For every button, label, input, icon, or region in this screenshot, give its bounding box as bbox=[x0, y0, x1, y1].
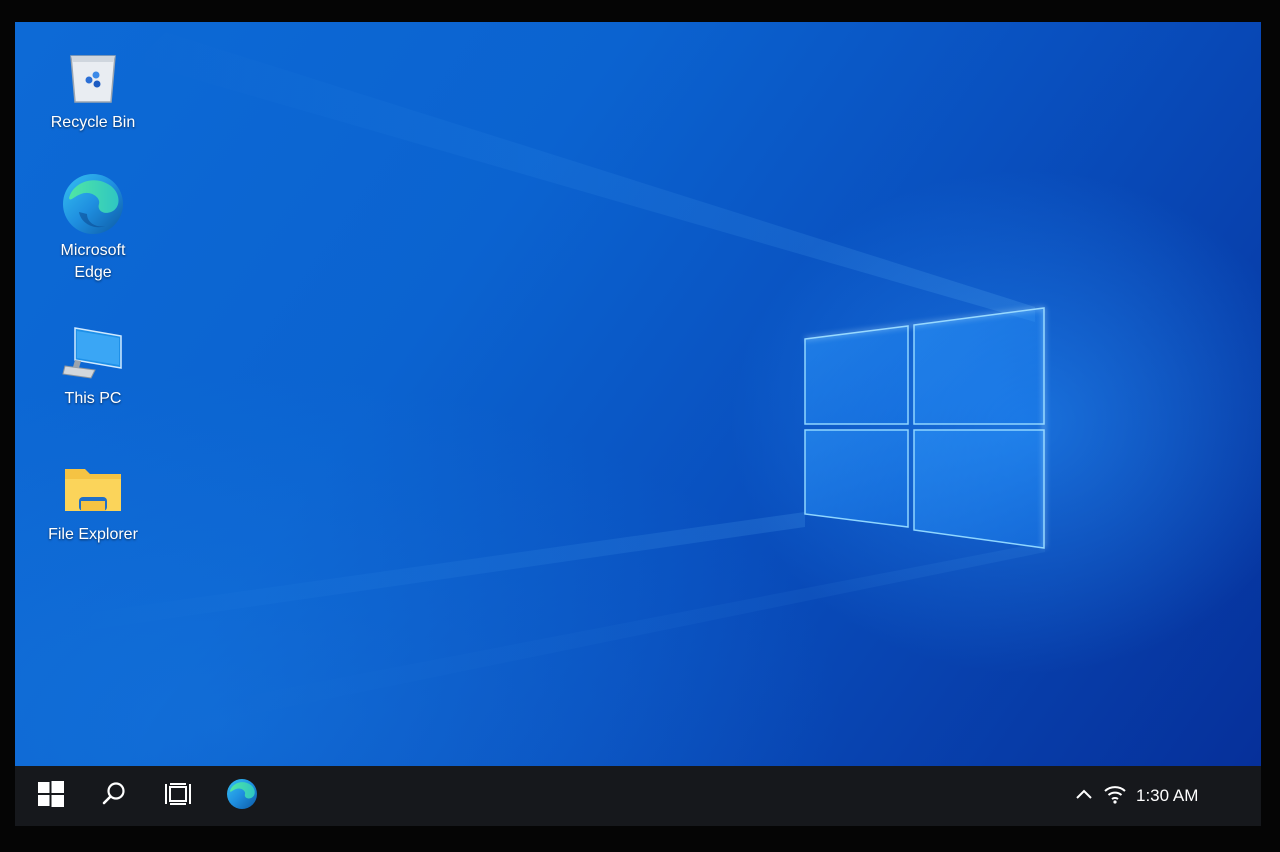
windows-start-icon bbox=[38, 780, 64, 812]
folder-icon bbox=[61, 456, 125, 520]
search-button[interactable] bbox=[85, 766, 143, 826]
clock: 1:30 AM bbox=[1136, 786, 1199, 805]
wifi-icon bbox=[1103, 784, 1127, 809]
desktop-icon-file-explorer[interactable]: File Explorer bbox=[43, 456, 143, 546]
taskbar-edge-button[interactable] bbox=[213, 766, 271, 826]
desktop-icon-label: This PC bbox=[64, 390, 122, 407]
edge-icon bbox=[61, 172, 125, 236]
desktop-icon-label: File Explorer bbox=[48, 526, 138, 543]
desktop-wallpaper[interactable]: Recycle Bin Microsoft Edge This PC File … bbox=[15, 22, 1261, 766]
edge-icon bbox=[226, 778, 258, 815]
recycle-bin-icon bbox=[61, 44, 125, 108]
show-hidden-icons-button[interactable] bbox=[1075, 766, 1093, 826]
desktop-icon-label: Microsoft Edge bbox=[60, 242, 126, 281]
windows-logo-glyph bbox=[804, 307, 1045, 549]
clock-button[interactable]: 1:30 AM bbox=[1136, 766, 1198, 826]
taskbar: 1:30 AM bbox=[15, 766, 1261, 826]
network-button[interactable] bbox=[1103, 766, 1127, 826]
desktop-icon-microsoft-edge[interactable]: Microsoft Edge bbox=[43, 172, 143, 284]
desktop-icon-label: Recycle Bin bbox=[50, 114, 136, 131]
start-button[interactable] bbox=[22, 766, 80, 826]
desktop-screen: Recycle Bin Microsoft Edge This PC File … bbox=[15, 22, 1261, 826]
search-icon bbox=[101, 781, 127, 812]
chevron-up-icon bbox=[1075, 787, 1093, 806]
windows-logo-wallpaper bbox=[75, 32, 1045, 722]
task-view-button[interactable] bbox=[149, 766, 207, 826]
desktop-icon-this-pc[interactable]: This PC bbox=[43, 320, 143, 410]
desktop-icon-recycle-bin[interactable]: Recycle Bin bbox=[43, 44, 143, 134]
task-view-icon bbox=[165, 782, 191, 811]
computer-icon bbox=[61, 320, 125, 384]
